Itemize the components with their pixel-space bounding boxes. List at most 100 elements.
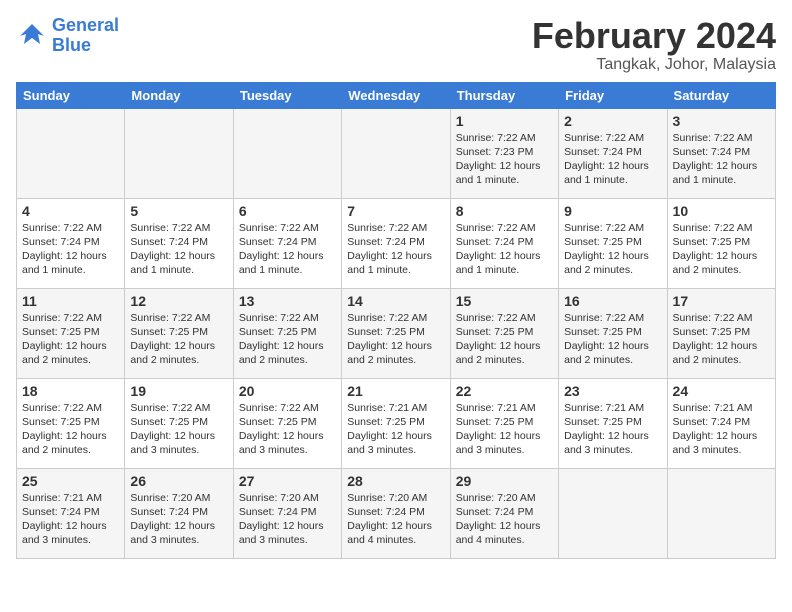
calendar-cell <box>17 108 125 198</box>
calendar-cell: 11 Sunrise: 7:22 AM Sunset: 7:25 PM Dayli… <box>17 288 125 378</box>
day-number: 6 <box>239 203 336 219</box>
calendar-cell: 3 Sunrise: 7:22 AM Sunset: 7:24 PM Daylig… <box>667 108 775 198</box>
page-header: General Blue February 2024 Tangkak, Joho… <box>16 16 776 74</box>
day-info: Sunrise: 7:20 AM Sunset: 7:24 PM Dayligh… <box>347 491 444 548</box>
calendar-cell: 2 Sunrise: 7:22 AM Sunset: 7:24 PM Daylig… <box>559 108 667 198</box>
calendar-cell: 24 Sunrise: 7:21 AM Sunset: 7:24 PM Dayli… <box>667 378 775 468</box>
day-info: Sunrise: 7:22 AM Sunset: 7:24 PM Dayligh… <box>673 131 770 188</box>
day-number: 5 <box>130 203 227 219</box>
calendar-cell: 22 Sunrise: 7:21 AM Sunset: 7:25 PM Dayli… <box>450 378 558 468</box>
calendar-cell: 27 Sunrise: 7:20 AM Sunset: 7:24 PM Dayli… <box>233 468 341 558</box>
weekday-header-cell: Tuesday <box>233 82 341 108</box>
day-info: Sunrise: 7:22 AM Sunset: 7:25 PM Dayligh… <box>22 311 119 368</box>
calendar-week-row: 11 Sunrise: 7:22 AM Sunset: 7:25 PM Dayli… <box>17 288 776 378</box>
calendar-cell: 8Sunrise: 7:22 AM Sunset: 7:24 PM Daylig… <box>450 198 558 288</box>
day-number: 1 <box>456 113 553 129</box>
day-number: 8 <box>456 203 553 219</box>
day-info: Sunrise: 7:21 AM Sunset: 7:24 PM Dayligh… <box>673 401 770 458</box>
day-number: 12 <box>130 293 227 309</box>
day-info: Sunrise: 7:22 AM Sunset: 7:24 PM Dayligh… <box>22 221 119 278</box>
day-number: 3 <box>673 113 770 129</box>
title-area: February 2024 Tangkak, Johor, Malaysia <box>532 16 776 74</box>
day-info: Sunrise: 7:22 AM Sunset: 7:25 PM Dayligh… <box>130 311 227 368</box>
calendar-cell: 14Sunrise: 7:22 AM Sunset: 7:25 PM Dayli… <box>342 288 450 378</box>
calendar-week-row: 4 Sunrise: 7:22 AM Sunset: 7:24 PM Daylig… <box>17 198 776 288</box>
calendar-cell: 29 Sunrise: 7:20 AM Sunset: 7:24 PM Dayli… <box>450 468 558 558</box>
weekday-header-cell: Friday <box>559 82 667 108</box>
day-info: Sunrise: 7:21 AM Sunset: 7:25 PM Dayligh… <box>456 401 553 458</box>
day-number: 9 <box>564 203 661 219</box>
calendar-body: 1Sunrise: 7:22 AM Sunset: 7:23 PM Daylig… <box>17 108 776 558</box>
location-subtitle: Tangkak, Johor, Malaysia <box>532 56 776 74</box>
calendar-week-row: 1Sunrise: 7:22 AM Sunset: 7:23 PM Daylig… <box>17 108 776 198</box>
day-number: 10 <box>673 203 770 219</box>
calendar-cell: 12 Sunrise: 7:22 AM Sunset: 7:25 PM Dayli… <box>125 288 233 378</box>
weekday-header-cell: Wednesday <box>342 82 450 108</box>
day-number: 15 <box>456 293 553 309</box>
calendar-cell <box>559 468 667 558</box>
calendar-cell: 9Sunrise: 7:22 AM Sunset: 7:25 PM Daylig… <box>559 198 667 288</box>
day-info: Sunrise: 7:22 AM Sunset: 7:25 PM Dayligh… <box>239 401 336 458</box>
calendar-cell: 5 Sunrise: 7:22 AM Sunset: 7:24 PM Daylig… <box>125 198 233 288</box>
day-number: 22 <box>456 383 553 399</box>
calendar-cell: 18Sunrise: 7:22 AM Sunset: 7:25 PM Dayli… <box>17 378 125 468</box>
weekday-header-cell: Thursday <box>450 82 558 108</box>
day-info: Sunrise: 7:22 AM Sunset: 7:24 PM Dayligh… <box>239 221 336 278</box>
day-number: 29 <box>456 473 553 489</box>
day-number: 25 <box>22 473 119 489</box>
weekday-header-cell: Sunday <box>17 82 125 108</box>
day-info: Sunrise: 7:21 AM Sunset: 7:25 PM Dayligh… <box>564 401 661 458</box>
month-title: February 2024 <box>532 16 776 56</box>
day-number: 11 <box>22 293 119 309</box>
calendar-cell <box>233 108 341 198</box>
day-number: 20 <box>239 383 336 399</box>
day-number: 17 <box>673 293 770 309</box>
day-number: 26 <box>130 473 227 489</box>
day-info: Sunrise: 7:20 AM Sunset: 7:24 PM Dayligh… <box>130 491 227 548</box>
calendar-cell: 20 Sunrise: 7:22 AM Sunset: 7:25 PM Dayli… <box>233 378 341 468</box>
day-info: Sunrise: 7:20 AM Sunset: 7:24 PM Dayligh… <box>456 491 553 548</box>
day-number: 19 <box>130 383 227 399</box>
day-info: Sunrise: 7:20 AM Sunset: 7:24 PM Dayligh… <box>239 491 336 548</box>
calendar-cell: 25 Sunrise: 7:21 AM Sunset: 7:24 PM Dayli… <box>17 468 125 558</box>
day-info: Sunrise: 7:22 AM Sunset: 7:25 PM Dayligh… <box>456 311 553 368</box>
day-number: 4 <box>22 203 119 219</box>
day-number: 18 <box>22 383 119 399</box>
day-info: Sunrise: 7:22 AM Sunset: 7:24 PM Dayligh… <box>130 221 227 278</box>
day-number: 2 <box>564 113 661 129</box>
calendar-cell: 15 Sunrise: 7:22 AM Sunset: 7:25 PM Dayli… <box>450 288 558 378</box>
calendar-cell: 19 Sunrise: 7:22 AM Sunset: 7:25 PM Dayli… <box>125 378 233 468</box>
calendar-cell: 10 Sunrise: 7:22 AM Sunset: 7:25 PM Dayli… <box>667 198 775 288</box>
calendar-table: SundayMondayTuesdayWednesdayThursdayFrid… <box>16 82 776 559</box>
calendar-cell <box>342 108 450 198</box>
calendar-cell: 6 Sunrise: 7:22 AM Sunset: 7:24 PM Daylig… <box>233 198 341 288</box>
weekday-header-cell: Saturday <box>667 82 775 108</box>
calendar-cell: 28 Sunrise: 7:20 AM Sunset: 7:24 PM Dayli… <box>342 468 450 558</box>
calendar-cell: 16Sunrise: 7:22 AM Sunset: 7:25 PM Dayli… <box>559 288 667 378</box>
day-info: Sunrise: 7:21 AM Sunset: 7:25 PM Dayligh… <box>347 401 444 458</box>
day-number: 24 <box>673 383 770 399</box>
day-number: 16 <box>564 293 661 309</box>
weekday-header-row: SundayMondayTuesdayWednesdayThursdayFrid… <box>17 82 776 108</box>
day-info: Sunrise: 7:22 AM Sunset: 7:24 PM Dayligh… <box>564 131 661 188</box>
day-number: 21 <box>347 383 444 399</box>
day-info: Sunrise: 7:22 AM Sunset: 7:24 PM Dayligh… <box>347 221 444 278</box>
day-info: Sunrise: 7:22 AM Sunset: 7:25 PM Dayligh… <box>130 401 227 458</box>
logo-icon <box>16 22 48 50</box>
calendar-cell: 23Sunrise: 7:21 AM Sunset: 7:25 PM Dayli… <box>559 378 667 468</box>
day-info: Sunrise: 7:22 AM Sunset: 7:25 PM Dayligh… <box>673 221 770 278</box>
day-number: 13 <box>239 293 336 309</box>
calendar-cell <box>125 108 233 198</box>
logo: General Blue <box>16 16 119 56</box>
logo-text: General Blue <box>52 16 119 56</box>
calendar-cell: 4 Sunrise: 7:22 AM Sunset: 7:24 PM Daylig… <box>17 198 125 288</box>
day-info: Sunrise: 7:22 AM Sunset: 7:25 PM Dayligh… <box>239 311 336 368</box>
calendar-cell: 26 Sunrise: 7:20 AM Sunset: 7:24 PM Dayli… <box>125 468 233 558</box>
day-number: 28 <box>347 473 444 489</box>
day-number: 7 <box>347 203 444 219</box>
day-number: 27 <box>239 473 336 489</box>
calendar-cell: 1Sunrise: 7:22 AM Sunset: 7:23 PM Daylig… <box>450 108 558 198</box>
day-info: Sunrise: 7:21 AM Sunset: 7:24 PM Dayligh… <box>22 491 119 548</box>
day-number: 14 <box>347 293 444 309</box>
calendar-cell <box>667 468 775 558</box>
